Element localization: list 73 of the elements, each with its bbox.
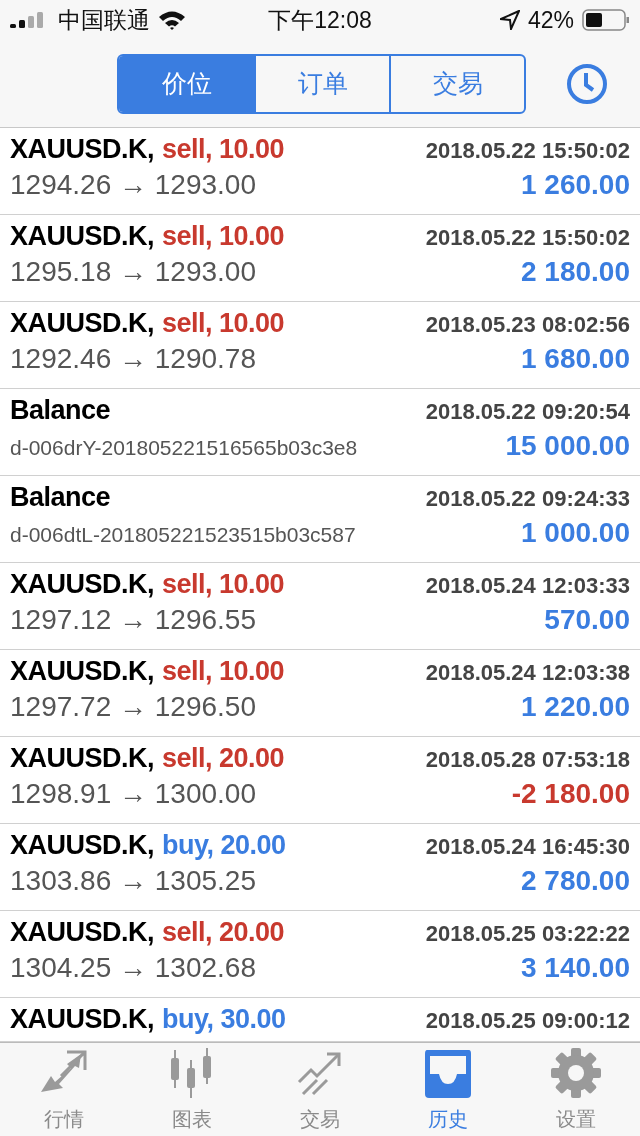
symbol-label: XAUUSD.K, [10, 743, 154, 774]
order-side-volume: sell, 10.00 [162, 221, 285, 252]
profit-amount: 2 180.00 [521, 256, 630, 288]
order-side-volume: buy, 20.00 [162, 830, 286, 861]
price-change: 1303.86 → 1305.25 [10, 865, 256, 897]
profit-amount: 1 000.00 [521, 517, 630, 549]
order-side-volume: sell, 10.00 [162, 569, 285, 600]
trade-time: 2018.05.28 07:53:18 [425, 747, 630, 773]
order-side-volume: sell, 10.00 [162, 308, 285, 339]
order-side-volume: sell, 10.00 [162, 134, 285, 165]
order-side-volume: sell, 20.00 [162, 743, 285, 774]
order-side-volume: buy, 30.00 [162, 1004, 286, 1035]
trade-time: 2018.05.25 03:22:22 [425, 921, 630, 947]
profit-amount: 1 220.00 [521, 691, 630, 723]
history-row[interactable]: XAUUSD.K, sell, 10.00 2018.05.24 12:03:38 1297.72 → 1296.50 1 220.00 [0, 650, 640, 737]
price-change: 1292.46 → 1290.78 [10, 343, 256, 375]
wifi-icon [158, 10, 186, 30]
history-row[interactable]: XAUUSD.K, sell, 20.00 2018.05.25 03:22:22 1304.25 → 1302.68 3 140.00 [0, 911, 640, 998]
settings-icon [549, 1046, 603, 1100]
deposit-comment: d-006dtL-201805221523515b03c587 [10, 523, 356, 547]
trade-time: 2018.05.24 12:03:38 [425, 660, 630, 686]
trade-time: 2018.05.22 15:50:02 [425, 138, 630, 164]
profit-amount: 570.00 [544, 604, 630, 636]
trade-time: 2018.05.23 08:02:56 [425, 312, 630, 338]
trade-time: 2018.05.22 09:24:33 [425, 486, 630, 512]
symbol-label: XAUUSD.K, [10, 569, 154, 600]
symbol-label: XAUUSD.K, [10, 134, 154, 165]
history-row[interactable]: XAUUSD.K, sell, 10.00 2018.05.22 15:50:02 1294.26 → 1293.00 1 260.00 [0, 128, 640, 215]
location-arrow-icon [499, 10, 520, 30]
clock-time: 下午12:08 [268, 5, 372, 35]
tab-bar-item[interactable]: 历史 [384, 1043, 512, 1136]
battery-icon [582, 9, 630, 31]
trade-time: 2018.05.22 15:50:02 [425, 225, 630, 251]
price-change: 1297.12 → 1296.55 [10, 604, 256, 636]
profit-amount: 1 680.00 [521, 343, 630, 375]
order-side-volume: sell, 10.00 [162, 656, 285, 687]
trade-time: 2018.05.25 09:00:12 [425, 1008, 630, 1034]
segment-tab[interactable]: 价位 [119, 55, 254, 112]
order-side-volume: sell, 20.00 [162, 917, 285, 948]
symbol-label: XAUUSD.K, [10, 830, 154, 861]
history-row[interactable]: XAUUSD.K, sell, 10.00 2018.05.23 08:02:56 1292.46 → 1290.78 1 680.00 [0, 302, 640, 389]
history-row[interactable]: XAUUSD.K, sell, 10.00 2018.05.22 15:50:02 1295.18 → 1293.00 2 180.00 [0, 215, 640, 302]
symbol-label: XAUUSD.K, [10, 917, 154, 948]
profit-amount: 3 140.00 [521, 952, 630, 984]
price-change: 1295.18 → 1293.00 [10, 256, 256, 288]
profit-amount: -2 180.00 [511, 778, 630, 810]
symbol-label: Balance [10, 482, 111, 513]
profit-amount: 15 000.00 [505, 430, 630, 462]
trade-time: 2018.05.24 16:45:30 [425, 834, 630, 860]
history-row[interactable]: Balance 2018.05.22 09:20:54 d-006drY-201805221516565b03c3e8 15 000.00 [0, 389, 640, 476]
symbol-label: XAUUSD.K, [10, 308, 154, 339]
price-change: 1297.72 → 1296.50 [10, 691, 256, 723]
symbol-label: XAUUSD.K, [10, 221, 154, 252]
price-change: 1304.25 → 1302.68 [10, 952, 256, 984]
trade-time: 2018.05.24 12:03:33 [425, 573, 630, 599]
deposit-comment: d-006drY-201805221516565b03c3e8 [10, 436, 358, 460]
profit-amount: 2 780.00 [521, 865, 630, 897]
clock-icon[interactable] [566, 62, 608, 105]
segment-tab[interactable]: 订单 [254, 55, 389, 112]
price-change: 1298.91 → 1300.00 [10, 778, 256, 810]
price-change: 1294.26 → 1293.00 [10, 169, 256, 201]
history-row[interactable]: XAUUSD.K, buy, 20.00 2018.05.24 16:45:30 1303.86 → 1305.25 2 780.00 [0, 824, 640, 911]
symbol-label: XAUUSD.K, [10, 1004, 154, 1035]
segment-tab[interactable]: 交易 [389, 55, 524, 112]
history-row[interactable]: Balance 2018.05.22 09:24:33 d-006dtL-201805221523515b03c587 1 000.00 [0, 476, 640, 563]
symbol-label: Balance [10, 395, 111, 426]
carrier-name: 中国联通 [58, 5, 150, 35]
profit-amount: 1 260.00 [521, 169, 630, 201]
history-row[interactable]: XAUUSD.K, sell, 20.00 2018.05.28 07:53:18 1298.91 → 1300.00 -2 180.00 [0, 737, 640, 824]
history-row[interactable]: XAUUSD.K, sell, 10.00 2018.05.24 12:03:33 1297.12 → 1296.55 570.00 [0, 563, 640, 650]
trade-time: 2018.05.22 09:20:54 [425, 399, 630, 425]
battery-percent: 42% [527, 6, 574, 34]
symbol-label: XAUUSD.K, [10, 656, 154, 687]
